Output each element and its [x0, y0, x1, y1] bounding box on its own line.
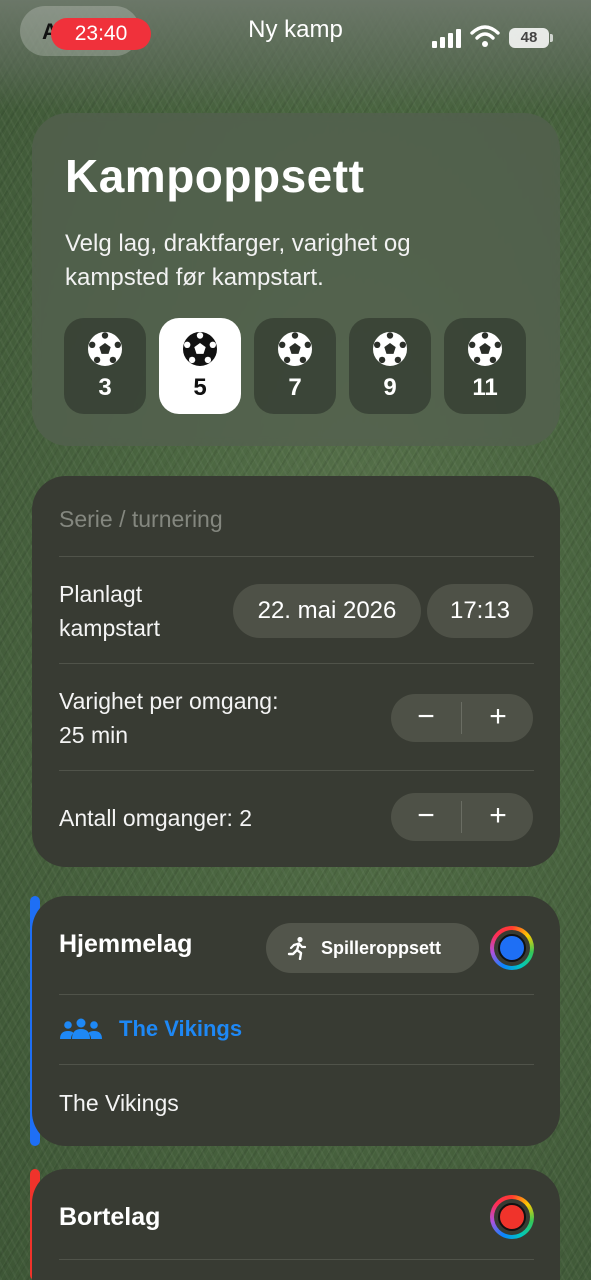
format-option-11[interactable]: 11: [444, 318, 526, 414]
away-team-title: Bortelag: [59, 1203, 161, 1231]
home-team-title: Hjemmelag: [59, 930, 193, 958]
soccer-ball-icon: [278, 332, 312, 366]
format-option-label: 11: [472, 374, 498, 401]
stepper-divider: [461, 801, 462, 833]
divider: [59, 556, 534, 557]
format-option-5[interactable]: 5: [159, 318, 241, 414]
home-kit-color-swatch: [498, 934, 526, 962]
away-team-card: Bortelag: [32, 1169, 560, 1280]
running-person-icon: [287, 936, 307, 960]
duration-label-line1: Varighet per omgang:: [59, 688, 279, 714]
duration-label-line2: 25 min: [59, 722, 129, 748]
page-subtitle: Velg lag, draktfarger, varighet og kamps…: [65, 230, 411, 291]
halves-stepper: − +: [391, 793, 533, 841]
status-bar: A 23:40 Ny kamp 48: [0, 0, 591, 64]
duration-label: Varighet per omgang: 25 min: [59, 684, 279, 752]
duration-decrease-button[interactable]: −: [391, 694, 461, 742]
lineup-button[interactable]: Spilleroppsett: [266, 923, 479, 973]
battery-icon: 48: [509, 28, 553, 48]
wifi-icon: [470, 25, 500, 47]
home-team-card: Hjemmelag Spilleroppsett The Vikings The…: [32, 896, 560, 1146]
soccer-ball-icon: [468, 332, 502, 366]
soccer-ball-icon: [373, 332, 407, 366]
series-input[interactable]: Serie / turnering: [59, 506, 223, 533]
divider: [59, 770, 534, 771]
divider: [59, 1259, 534, 1260]
lineup-button-label: Spilleroppsett: [321, 938, 442, 958]
kickoff-label-line1: Planlagt: [59, 581, 143, 607]
format-option-label: 7: [288, 374, 302, 401]
match-setup-header-card: Kampoppsett Velg lag, draktfarger, varig…: [32, 113, 560, 446]
nav-title: Ny kamp: [248, 16, 343, 43]
divider: [59, 663, 534, 664]
halves-decrease-button[interactable]: −: [391, 793, 461, 841]
kickoff-date-picker[interactable]: 22. mai 2026: [233, 584, 421, 638]
cellular-signal-icon: [432, 28, 464, 48]
kickoff-label-line2: kampstart: [59, 615, 160, 641]
stepper-divider: [461, 702, 462, 734]
duration-stepper: − +: [391, 694, 533, 742]
divider: [59, 1064, 534, 1065]
page-title: Kampoppsett: [65, 150, 365, 202]
away-kit-color-swatch: [498, 1203, 526, 1231]
halves-label: Antall omganger: 2: [59, 805, 253, 831]
duration-increase-button[interactable]: +: [463, 694, 533, 742]
kickoff-time-picker[interactable]: 17:13: [427, 584, 533, 638]
soccer-ball-icon: [183, 332, 217, 366]
home-kit-color-picker[interactable]: [490, 926, 534, 970]
home-team-selector-label: The Vikings: [119, 1016, 243, 1041]
format-option-label: 5: [193, 374, 207, 401]
away-kit-color-picker[interactable]: [490, 1195, 534, 1239]
people-group-icon: [60, 1018, 102, 1039]
kickoff-label: Planlagt kampstart: [59, 577, 160, 645]
format-option-9[interactable]: 9: [349, 318, 431, 414]
format-option-3[interactable]: 3: [64, 318, 146, 414]
divider: [59, 994, 534, 995]
halves-increase-button[interactable]: +: [463, 793, 533, 841]
home-team-name-field[interactable]: The Vikings: [59, 1090, 179, 1117]
match-settings-card: Serie / turnering Planlagt kampstart 22.…: [32, 476, 560, 867]
format-option-7[interactable]: 7: [254, 318, 336, 414]
format-option-label: 9: [383, 374, 397, 401]
soccer-ball-icon: [88, 332, 122, 366]
format-option-label: 3: [98, 374, 112, 401]
